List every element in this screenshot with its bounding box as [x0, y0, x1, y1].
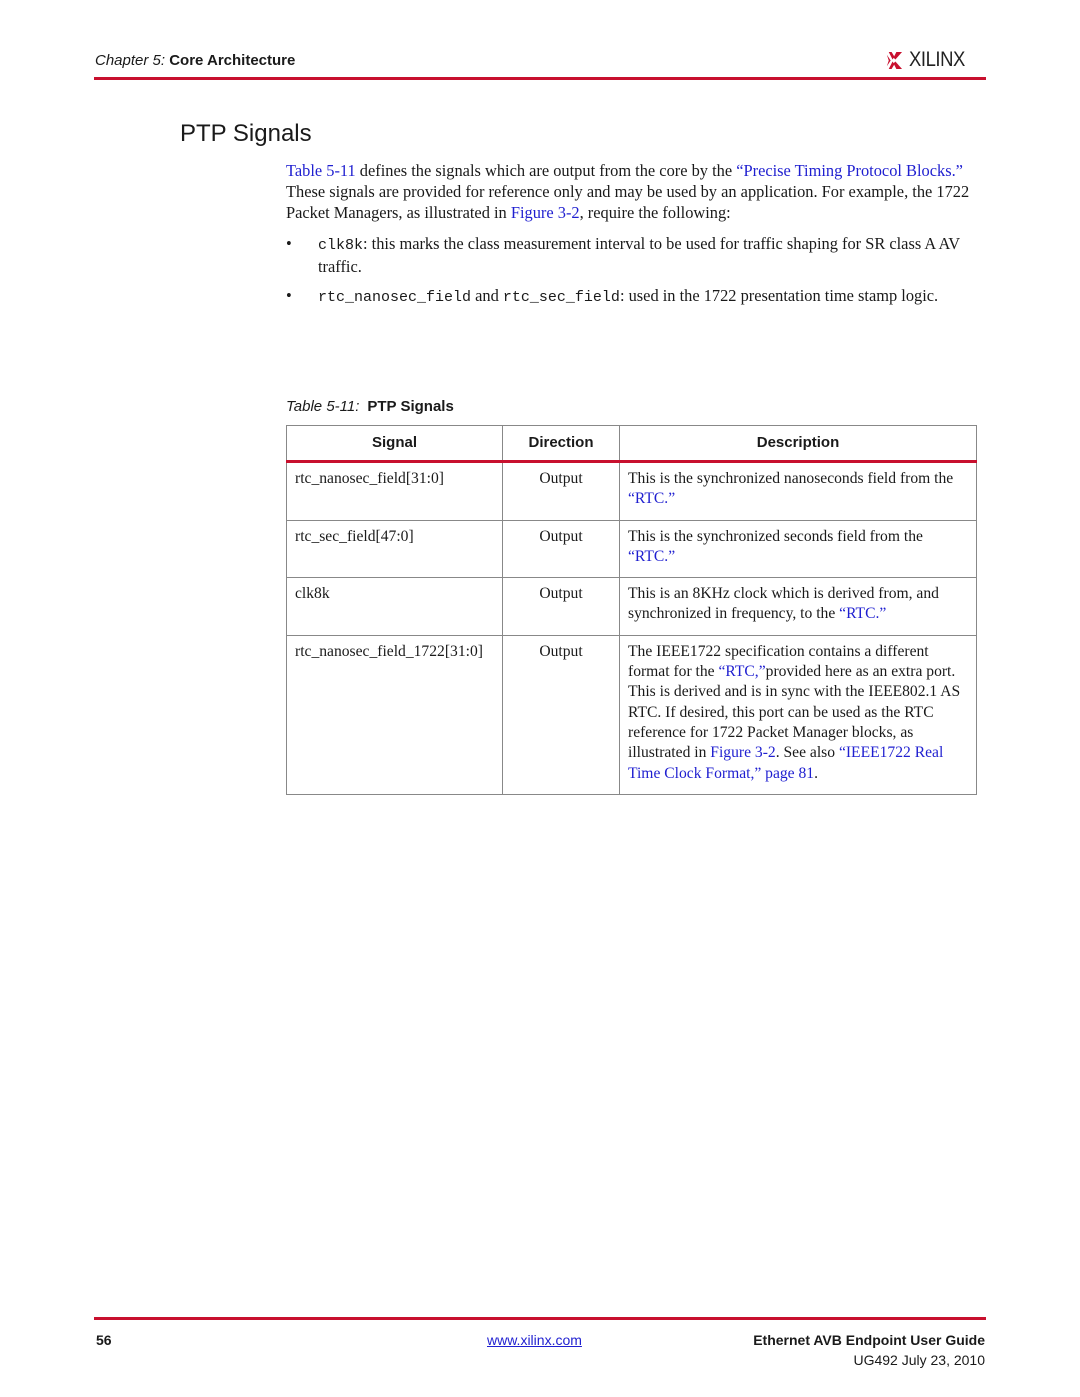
bullet-item: rtc_nanosec_field and rtc_sec_field: use…: [286, 285, 986, 308]
signal-bullets: clk8k: this marks the class measurement …: [286, 233, 986, 308]
header-signal: Signal: [286, 425, 503, 463]
desc-text: .: [814, 764, 819, 782]
chapter-label: Chapter 5:: [95, 52, 166, 69]
doc-id-date: UG492 July 23, 2010: [853, 1352, 985, 1368]
desc-text: This is the synchronized nanoseconds fie…: [628, 470, 954, 487]
signal-cell: rtc_nanosec_field_1722[31:0]: [286, 634, 503, 795]
table-row: rtc_nanosec_field_1722[31:0] Output The …: [286, 634, 977, 795]
description-cell: This is the synchronized nanoseconds fie…: [619, 461, 977, 521]
code-text: rtc_sec_field: [502, 289, 620, 306]
bullet-text: : this marks the class measurement inter…: [318, 234, 960, 276]
chapter-title: Core Architecture: [169, 52, 296, 69]
rtc-link[interactable]: “RTC,”: [719, 663, 766, 680]
xilinx-logo: XILINX: [884, 48, 973, 72]
caption-title: PTP Signals: [367, 398, 454, 415]
footer-rule: [94, 1317, 986, 1320]
desc-text: This is the synchronized seconds field f…: [628, 527, 923, 545]
intro-text: , require the following:: [579, 203, 731, 222]
xilinx-logo-icon: [884, 51, 903, 69]
table-row: rtc_nanosec_field[31:0] Output This is t…: [286, 461, 977, 521]
figure-link[interactable]: Figure 3-2: [710, 744, 775, 761]
rtc-link[interactable]: “RTC.”: [839, 605, 886, 622]
intro-paragraph: Table 5-11 defines the signals which are…: [286, 160, 986, 223]
table-row: rtc_sec_field[47:0] Output This is the s…: [286, 519, 977, 579]
doc-title: Ethernet AVB Endpoint User Guide: [753, 1332, 985, 1348]
header-description: Description: [619, 425, 977, 463]
description-cell: This is an 8KHz clock which is derived f…: [619, 577, 977, 636]
desc-text: This is an 8KHz clock which is derived f…: [628, 585, 939, 623]
direction-cell: Output: [502, 461, 620, 521]
website-link[interactable]: www.xilinx.com: [487, 1332, 582, 1348]
logo-text: XILINX: [909, 48, 965, 71]
table-row: clk8k Output This is an 8KHz clock which…: [286, 577, 977, 636]
caption-label: Table 5-11:: [286, 398, 360, 415]
signal-cell: rtc_sec_field[47:0]: [286, 519, 503, 579]
table-caption: Table 5-11: PTP Signals: [286, 398, 454, 415]
figure-link[interactable]: Figure 3-2: [511, 203, 580, 222]
rtc-link[interactable]: “RTC.”: [628, 490, 675, 507]
table-link[interactable]: Table 5-11: [286, 161, 356, 180]
ptb-link[interactable]: “Precise Timing Protocol Blocks.”: [736, 161, 963, 180]
direction-cell: Output: [502, 634, 620, 795]
direction-cell: Output: [502, 519, 620, 579]
desc-text: . See also: [775, 744, 839, 762]
bullet-text: and: [471, 286, 503, 305]
bullet-text: : used in the 1722 presentation time sta…: [619, 286, 939, 305]
direction-cell: Output: [502, 577, 620, 636]
signal-cell: clk8k: [286, 577, 503, 636]
code-text: rtc_nanosec_field: [318, 289, 472, 306]
description-cell: The IEEE1722 specification contains a di…: [619, 634, 977, 795]
header-direction: Direction: [502, 425, 620, 463]
section-title: PTP Signals: [180, 120, 312, 147]
signal-cell: rtc_nanosec_field[31:0]: [286, 461, 503, 521]
intro-text: defines the signals which are output fro…: [355, 161, 737, 180]
code-text: clk8k: [318, 237, 364, 254]
ptp-signals-table: Signal Direction Description rtc_nanosec…: [286, 425, 977, 795]
intro-body: Table 5-11 defines the signals which are…: [286, 160, 986, 316]
chapter-header: Chapter 5: Core Architecture: [95, 52, 295, 69]
description-cell: This is the synchronized seconds field f…: [619, 519, 977, 579]
bullet-item: clk8k: this marks the class measurement …: [286, 233, 986, 277]
rtc-link[interactable]: “RTC.”: [628, 548, 675, 565]
table-header-row: Signal Direction Description: [286, 425, 977, 463]
page-number: 56: [96, 1332, 112, 1348]
header-rule: [94, 77, 986, 80]
